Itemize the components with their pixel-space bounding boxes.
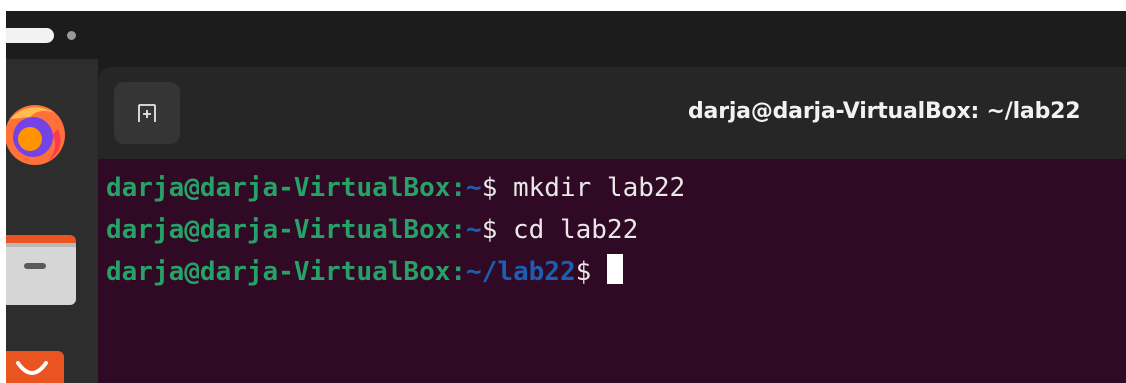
terminal-line: darja@darja-VirtualBox:~$ mkdir lab22 <box>106 167 1126 209</box>
prompt-path: ~/lab22 <box>466 257 576 287</box>
software-store-icon[interactable] <box>6 351 64 383</box>
window-title: darja@darja-VirtualBox: ~/lab22 <box>688 99 1081 124</box>
prompt-path: ~ <box>466 173 482 203</box>
firefox-icon[interactable] <box>6 99 70 169</box>
files-icon[interactable] <box>6 229 76 309</box>
active-workspace-indicator[interactable] <box>6 28 54 43</box>
prompt-user-host: darja@darja-VirtualBox <box>106 173 451 203</box>
terminal-cursor <box>606 254 623 284</box>
dock <box>6 59 98 383</box>
new-tab-button[interactable] <box>114 82 180 144</box>
terminal-window: darja@darja-VirtualBox: ~/lab22 darja@da… <box>98 67 1126 383</box>
desktop-screen: darja@darja-VirtualBox: ~/lab22 darja@da… <box>6 11 1126 383</box>
prompt-user-host: darja@darja-VirtualBox <box>106 257 451 287</box>
command-text: mkdir lab22 <box>497 173 686 203</box>
prompt-colon: : <box>450 257 467 287</box>
window-headerbar: darja@darja-VirtualBox: ~/lab22 <box>98 67 1126 159</box>
prompt-colon: : <box>450 215 467 245</box>
top-bar <box>6 11 1126 59</box>
prompt-dollar: $ <box>575 257 592 287</box>
command-text <box>591 257 607 287</box>
terminal-line: darja@darja-VirtualBox:~$ cd lab22 <box>106 209 1126 251</box>
terminal-line: darja@darja-VirtualBox:~/lab22$ <box>106 251 1126 293</box>
command-text: cd lab22 <box>497 215 639 245</box>
prompt-colon: : <box>450 173 467 203</box>
prompt-path: ~ <box>466 215 482 245</box>
prompt-dollar: $ <box>481 215 498 245</box>
prompt-user-host: darja@darja-VirtualBox <box>106 215 451 245</box>
workspace-indicator-dot[interactable] <box>67 31 76 40</box>
prompt-dollar: $ <box>481 173 498 203</box>
terminal-output[interactable]: darja@darja-VirtualBox:~$ mkdir lab22 da… <box>98 159 1126 383</box>
new-tab-icon <box>138 104 156 122</box>
